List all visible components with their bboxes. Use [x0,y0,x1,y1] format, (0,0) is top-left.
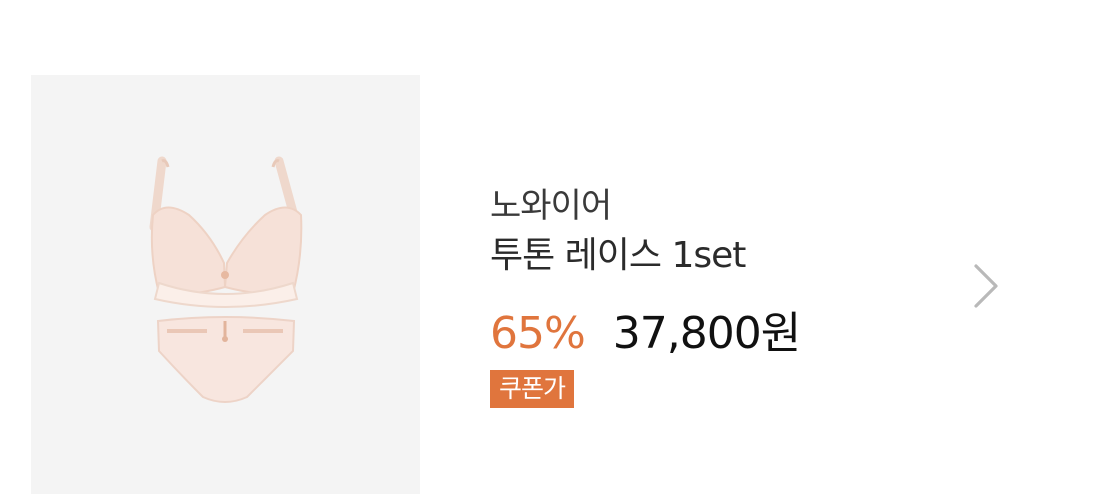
product-brand: 노와이어 [490,186,612,226]
product-card[interactable]: 노와이어 투톤 레이스 1set 65% 37,800원 쿠폰가 [0,0,1100,494]
lingerie-set-image [149,156,303,403]
product-thumbnail[interactable] [31,75,420,494]
price-row: 65% 37,800원 [490,306,950,362]
sale-price: 37,800원 [612,308,801,359]
chevron-right-icon[interactable] [962,258,1010,314]
product-info: 노와이어 투톤 레이스 1set 65% 37,800원 쿠폰가 [490,184,950,408]
product-title[interactable]: 투톤 레이스 1set [490,232,950,280]
coupon-price-badge: 쿠폰가 [490,370,575,408]
discount-rate: 65% [490,308,586,359]
